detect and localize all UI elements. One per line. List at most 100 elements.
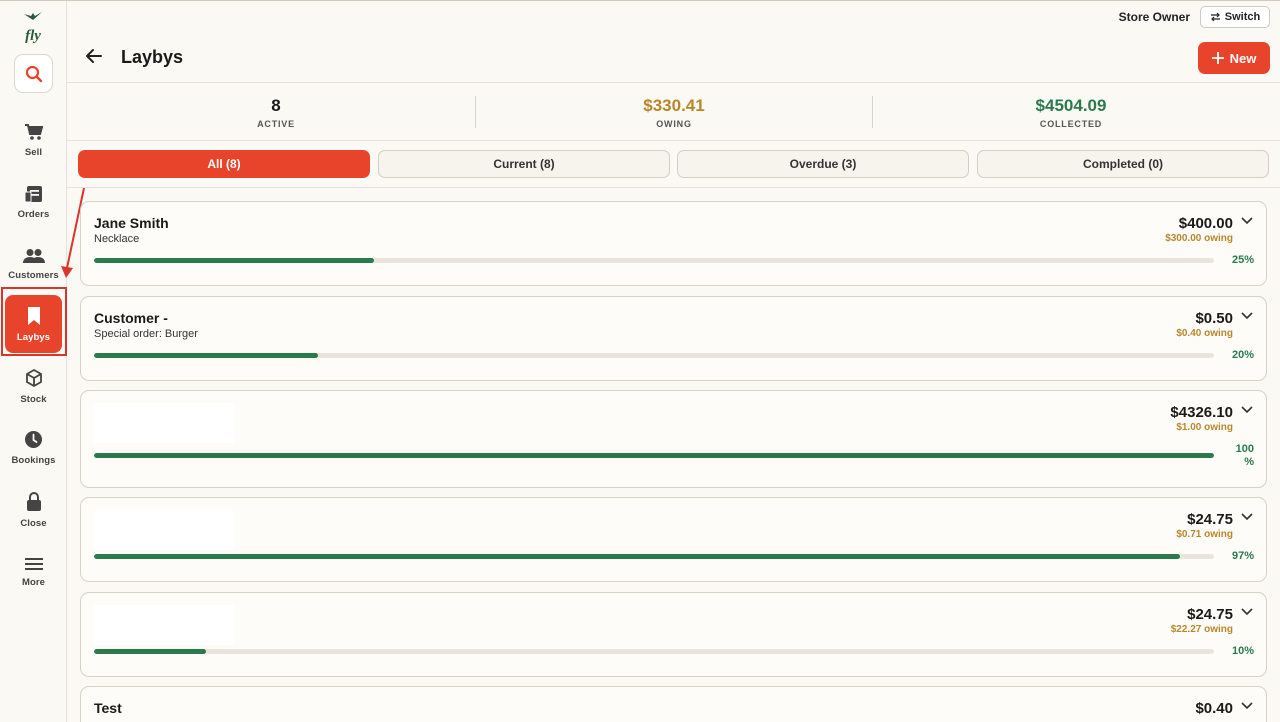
- redacted-customer-info: [94, 605, 234, 645]
- store-owner-label: Store Owner: [1118, 10, 1190, 24]
- tab-completed[interactable]: Completed (0): [977, 150, 1269, 178]
- sidebar-item-customers[interactable]: Customers: [5, 235, 62, 293]
- layby-card[interactable]: Jane Smith Necklace $400.00 $300.00 owin…: [80, 201, 1267, 286]
- layby-card[interactable]: Test $0.40: [80, 686, 1267, 722]
- box-icon: [25, 368, 42, 387]
- layby-owing: $1.00 owing: [1176, 422, 1233, 433]
- layby-owing: $0.71 owing: [1176, 529, 1233, 540]
- layby-amount: $4326.10: [1170, 404, 1233, 421]
- chevron-down-icon[interactable]: [1241, 608, 1253, 616]
- plus-icon: [1211, 52, 1224, 64]
- progress-track: [94, 453, 1214, 458]
- layby-amount: $0.40: [1195, 700, 1233, 717]
- layby-description: Special order: Burger: [94, 328, 198, 340]
- stat-collected: $4504.09 COLLECTED: [871, 96, 1271, 129]
- filter-tabs: All (8) Current (8) Overdue (3) Complete…: [67, 142, 1280, 188]
- redacted-customer-info: [94, 403, 234, 443]
- layby-description: Necklace: [94, 233, 140, 245]
- progress-fill: [94, 554, 1181, 559]
- app-logo: fly: [20, 11, 46, 44]
- sidebar-item-label: More: [21, 576, 46, 588]
- stat-caption: OWING: [656, 119, 692, 129]
- layby-amount: $24.75: [1187, 606, 1233, 623]
- stat-active: 8 ACTIVE: [76, 96, 476, 129]
- stat-caption: ACTIVE: [257, 119, 295, 129]
- highlight-box: [1, 287, 67, 356]
- sidebar-item-label: Bookings: [11, 455, 56, 466]
- back-arrow-icon[interactable]: [85, 48, 103, 64]
- progress-fill: [94, 453, 1214, 458]
- chevron-down-icon[interactable]: [1241, 406, 1253, 414]
- layby-card[interactable]: $24.75 $0.71 owing 97%: [80, 497, 1267, 582]
- stat-caption: COLLECTED: [1039, 119, 1103, 129]
- progress-percent: 10%: [1231, 645, 1254, 657]
- bird-logo-icon: [24, 12, 42, 20]
- sidebar-item-sell[interactable]: Sell: [5, 111, 62, 169]
- layby-card[interactable]: $24.75 $22.27 owing 10%: [80, 592, 1267, 677]
- switch-button[interactable]: Switch: [1200, 6, 1270, 28]
- progress-fill: [94, 353, 318, 358]
- customer-name: Jane Smith: [94, 215, 169, 231]
- progress-track: [94, 554, 1214, 559]
- chevron-down-icon[interactable]: [1241, 513, 1253, 521]
- progress-fill: [94, 649, 206, 654]
- search-button[interactable]: [14, 54, 53, 93]
- sidebar-item-bookings[interactable]: Bookings: [5, 419, 62, 477]
- cart-icon: [24, 123, 43, 140]
- progress-track: [94, 258, 1214, 263]
- menu-icon: [24, 557, 43, 570]
- new-layby-button[interactable]: New: [1198, 42, 1270, 74]
- sidebar-item-label: Close: [20, 517, 47, 529]
- redacted-customer-info: [94, 510, 234, 550]
- layby-owing: $300.00 owing: [1165, 233, 1233, 244]
- customer-name: Test: [94, 700, 122, 716]
- progress-track: [94, 649, 1214, 654]
- stat-value: $4504.09: [1035, 96, 1107, 115]
- layby-owing: $0.40 owing: [1176, 328, 1233, 339]
- sidebar-item-label: Stock: [20, 393, 47, 405]
- sidebar-item-label: Sell: [24, 146, 43, 158]
- layby-amount: $400.00: [1178, 215, 1233, 232]
- customer-name: Customer -: [94, 310, 168, 326]
- orders-icon: [24, 185, 42, 202]
- layby-amount: $24.75: [1187, 511, 1233, 528]
- stat-value: $330.41: [643, 96, 705, 115]
- sidebar-item-orders[interactable]: Orders: [5, 173, 62, 231]
- sidebar-item-close[interactable]: Close: [5, 481, 62, 539]
- lock-icon: [26, 491, 41, 511]
- top-bar: Store Owner Switch: [67, 1, 1280, 33]
- sidebar: fly Sell Orders Customers Laybys Stock B…: [0, 1, 67, 722]
- stats-bar: 8 ACTIVE $330.41 OWING $4504.09 COLLECTE…: [67, 84, 1280, 141]
- page-header: Laybys New: [67, 33, 1280, 83]
- customers-icon: [22, 248, 45, 263]
- layby-amount: $0.50: [1195, 310, 1233, 327]
- stat-value: 8: [271, 96, 281, 115]
- stat-owing: $330.41 OWING: [474, 96, 874, 129]
- chevron-down-icon[interactable]: [1241, 702, 1253, 710]
- switch-label: Switch: [1224, 11, 1261, 23]
- chevron-down-icon[interactable]: [1241, 217, 1253, 225]
- progress-percent: 20%: [1231, 349, 1254, 361]
- new-label: New: [1229, 50, 1257, 66]
- search-icon: [25, 65, 42, 82]
- clock-icon: [25, 431, 42, 448]
- layby-owing: $22.27 owing: [1170, 624, 1233, 635]
- tab-current[interactable]: Current (8): [378, 150, 670, 178]
- progress-percent: 100 %: [1235, 443, 1254, 468]
- tab-all[interactable]: All (8): [78, 150, 370, 178]
- progress-percent: 25%: [1231, 254, 1254, 266]
- progress-percent: 97%: [1231, 550, 1254, 562]
- logo-text: fly: [25, 28, 41, 44]
- sidebar-item-stock[interactable]: Stock: [5, 357, 62, 415]
- sidebar-item-label: Customers: [8, 269, 59, 281]
- progress-track: [94, 353, 1214, 358]
- swap-icon: [1210, 12, 1220, 22]
- tab-overdue[interactable]: Overdue (3): [677, 150, 969, 178]
- progress-fill: [94, 258, 374, 263]
- sidebar-item-label: Orders: [17, 208, 50, 220]
- chevron-down-icon[interactable]: [1241, 312, 1253, 320]
- sidebar-item-more[interactable]: More: [5, 543, 62, 601]
- page-title: Laybys: [121, 47, 184, 67]
- layby-card[interactable]: Customer - Special order: Burger $0.50 $…: [80, 296, 1267, 381]
- layby-card[interactable]: $4326.10 $1.00 owing 100 %: [80, 390, 1267, 488]
